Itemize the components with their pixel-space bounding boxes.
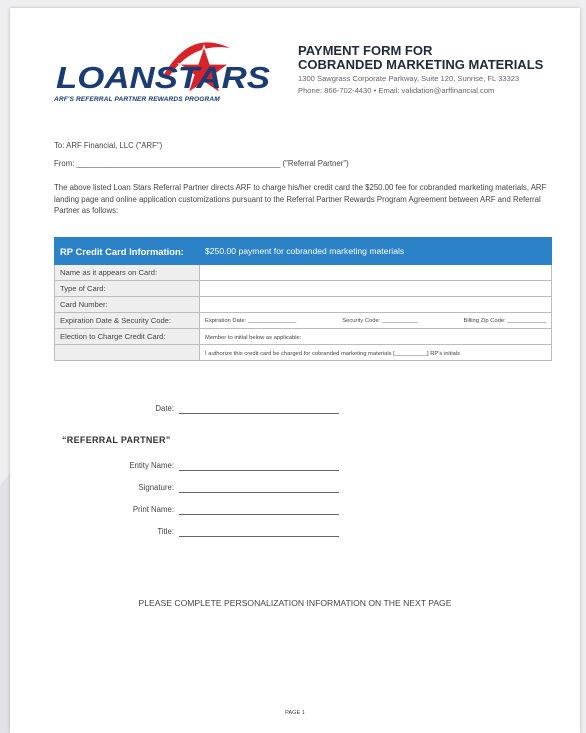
to-line: To: ARF Financial, LLC ("ARF") bbox=[54, 141, 163, 150]
page-number: PAGE 1 bbox=[285, 710, 305, 716]
card-number-label: Card Number: bbox=[54, 296, 200, 313]
signature-field[interactable] bbox=[179, 492, 339, 493]
logo-tagline: ARF'S REFERRAL PARTNER REWARDS PROGRAM bbox=[54, 96, 220, 103]
empty-label-cell bbox=[54, 344, 200, 361]
billing-zip-field[interactable]: Billing Zip Code: ____________ bbox=[463, 318, 546, 324]
election-cell: Member to initial below as applicable: bbox=[199, 328, 552, 345]
card-type-label: Type of Card: bbox=[54, 280, 200, 297]
expiration-date-field[interactable]: Expiration Date: _______________ bbox=[205, 318, 296, 324]
table-row: Election to Charge Credit Card: Member t… bbox=[54, 328, 552, 345]
company-address: 1300 Sawgrass Corporate Parkway, Suite 1… bbox=[298, 74, 520, 83]
member-initial-note: Member to initial below as applicable: bbox=[205, 335, 302, 341]
entity-name-label: Entity Name: bbox=[129, 461, 174, 470]
election-label: Election to Charge Credit Card: bbox=[54, 328, 200, 345]
card-type-field[interactable] bbox=[199, 280, 552, 297]
card-number-field[interactable] bbox=[199, 296, 552, 313]
title-block: PAYMENT FORM FOR COBRANDED MARKETING MAT… bbox=[298, 44, 578, 96]
credit-card-table: RP Credit Card Information: $250.00 paym… bbox=[54, 237, 552, 361]
expiration-cell: Expiration Date: _______________ Securit… bbox=[199, 312, 552, 329]
date-row: Date: bbox=[54, 404, 354, 418]
authorize-initials-field[interactable]: I authorize this credit card be charged … bbox=[205, 351, 460, 357]
document-page: LOANSTARS ARF'S REFERRAL PARTNER REWARDS… bbox=[10, 8, 580, 733]
form-title-line-1: PAYMENT FORM FOR bbox=[298, 43, 433, 58]
page-header: LOANSTARS ARF'S REFERRAL PARTNER REWARDS… bbox=[10, 8, 580, 128]
authorize-cell: I authorize this credit card be charged … bbox=[199, 344, 552, 361]
print-name-row: Print Name: bbox=[54, 505, 354, 519]
table-header-row: RP Credit Card Information: $250.00 paym… bbox=[54, 237, 552, 265]
from-field[interactable]: From: __________________________________… bbox=[54, 158, 554, 170]
signature-row: Signature: bbox=[54, 483, 354, 497]
table-row: Type of Card: bbox=[54, 280, 552, 297]
referral-partner-heading: “REFERRAL PARTNER” bbox=[62, 435, 171, 445]
title-label: Title: bbox=[157, 527, 174, 536]
title-field[interactable] bbox=[179, 536, 339, 537]
entity-name-row: Entity Name: bbox=[54, 461, 354, 475]
company-contact: Phone: 866-702-4430 • Email: validation@… bbox=[298, 86, 495, 95]
card-name-label: Name as it appears on Card: bbox=[54, 264, 200, 281]
table-header-value: $250.00 payment for cobranded marketing … bbox=[199, 237, 552, 265]
table-header-label: RP Credit Card Information: bbox=[54, 237, 200, 265]
logo-wordmark: LOANSTARS bbox=[56, 60, 270, 95]
authorization-paragraph: The above listed Loan Stars Referral Par… bbox=[54, 183, 547, 215]
title-row: Title: bbox=[54, 527, 354, 541]
next-page-notice: PLEASE COMPLETE PERSONALIZATION INFORMAT… bbox=[138, 598, 452, 608]
table-row: Name as it appears on Card: bbox=[54, 264, 552, 281]
security-code-field[interactable]: Security Code: ___________ bbox=[342, 318, 417, 324]
print-name-label: Print Name: bbox=[132, 505, 174, 514]
card-name-field[interactable] bbox=[199, 264, 552, 281]
table-row: Card Number: bbox=[54, 296, 552, 313]
signature-label: Signature: bbox=[138, 483, 174, 492]
date-label: Date: bbox=[155, 404, 174, 413]
expiration-fields: Expiration Date: _______________ Securit… bbox=[205, 318, 546, 324]
print-name-field[interactable] bbox=[179, 514, 339, 515]
loanstars-logo: LOANSTARS ARF'S REFERRAL PARTNER REWARDS… bbox=[54, 38, 284, 118]
date-field[interactable] bbox=[179, 413, 339, 414]
form-title-line-2: COBRANDED MARKETING MATERIALS bbox=[298, 57, 544, 72]
expiration-label: Expiration Date & Security Code: bbox=[54, 312, 200, 329]
table-row: Expiration Date & Security Code: Expirat… bbox=[54, 312, 552, 329]
entity-name-field[interactable] bbox=[179, 470, 339, 471]
logo-graphic: LOANSTARS bbox=[56, 42, 270, 95]
table-row: I authorize this credit card be charged … bbox=[54, 344, 552, 361]
